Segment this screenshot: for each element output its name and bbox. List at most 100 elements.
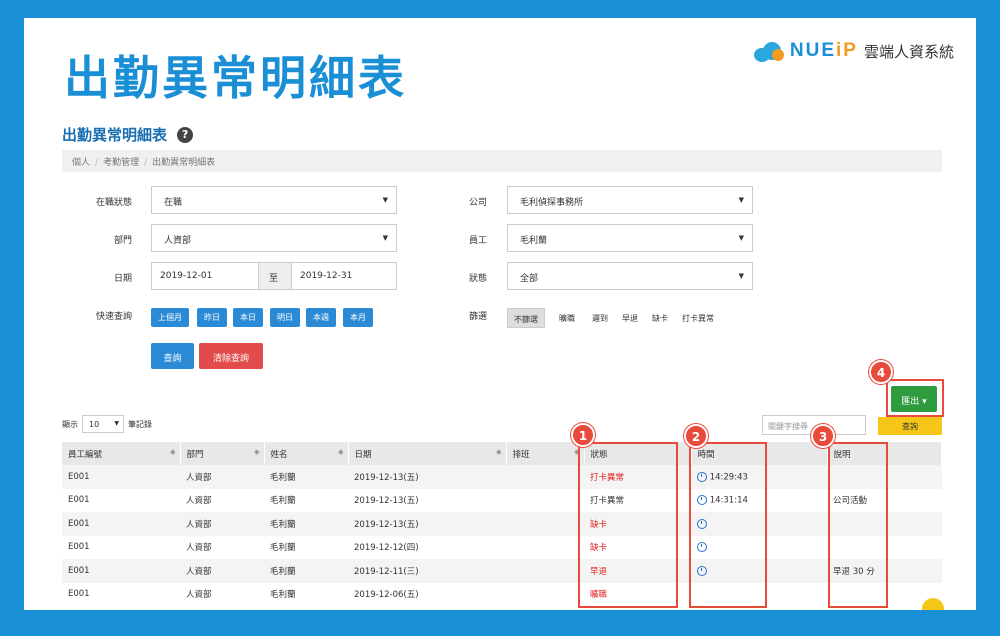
quick-query-label: 快速查詢 [95, 312, 132, 322]
clear-query-button[interactable]: 清除查詢 [199, 343, 263, 369]
cell-date: 2019-12-11(三) [348, 559, 506, 583]
breadcrumb-item[interactable]: 考勤管理 [103, 158, 139, 168]
caret-down-icon: ▼ [738, 272, 744, 280]
keyword-query-button[interactable]: 查詢 [878, 417, 942, 435]
quick-today-button[interactable]: 本日 [233, 308, 263, 327]
screen-missing-option[interactable]: 缺卡 [646, 308, 674, 328]
cell-shift [506, 512, 584, 536]
company-label: 公司 [468, 198, 487, 208]
annotation-badge: 1 [571, 423, 595, 447]
table-header-row: 員工編號 ◆ 部門 ◆ 姓名 ◆ 日期 ◆ 排班 ◆ 狀態 時間 說明 [62, 442, 942, 465]
logo-subtitle: 雲端人資系統 [863, 42, 954, 61]
sort-icon: ◆ [496, 448, 502, 456]
annotation-box-time [689, 442, 767, 608]
caret-down-icon: ▼ [382, 196, 388, 204]
screen-none-option[interactable]: 不篩選 [507, 308, 545, 328]
page-length-control: 顯示 10 ▼ 筆記錄 [62, 415, 152, 433]
annotation-badge: 4 [869, 360, 893, 384]
screen-label: 篩選 [468, 312, 487, 322]
col-employee-id[interactable]: 員工編號 ◆ [62, 442, 181, 465]
quick-last-month-button[interactable]: 上個月 [151, 308, 189, 327]
department-select[interactable]: 人資部 ▼ [151, 224, 397, 252]
sort-icon: ◆ [170, 448, 176, 456]
help-icon[interactable]: ? [177, 126, 194, 143]
cell-date: 2019-12-13(五) [348, 465, 506, 489]
date-from-input[interactable]: 2019-12-01 [151, 262, 259, 290]
cloud-logo-icon [753, 40, 784, 62]
date-to-input[interactable]: 2019-12-31 [291, 262, 397, 290]
status-select[interactable]: 全部 ▼ [507, 262, 753, 290]
screen-absent-option[interactable]: 曠職 [553, 308, 581, 328]
breadcrumb-item[interactable]: 個人 [72, 158, 90, 168]
banner-title: 出勤異常明細表 [64, 51, 407, 105]
cell-shift [506, 583, 584, 607]
cell-date: 2019-12-13(五) [348, 512, 506, 536]
date-range-separator: 至 [258, 262, 292, 290]
cell-department: 人資部 [186, 543, 212, 554]
page-frame: 出勤異常明細表 NUEiP 雲端人資系統 出勤異常明細表 ? 個人 / 考勤管理 / 出… [24, 18, 976, 610]
annotation-box-status [578, 442, 678, 608]
cell-department: 人資部 [186, 496, 212, 507]
caret-down-icon: ▼ [114, 420, 119, 427]
quick-this-month-button[interactable]: 本月 [343, 308, 373, 327]
table-row: E001 人資部 毛利蘭 2019-12-13(五) 打卡異常 14:29:43 [62, 465, 942, 489]
employee-select[interactable]: 毛利蘭 ▼ [507, 224, 753, 252]
company-select[interactable]: 毛利偵探事務所 ▼ [507, 186, 753, 214]
page-title: 出勤異常明細表 ? [62, 124, 194, 145]
quick-this-week-button[interactable]: 本週 [306, 308, 336, 327]
table-row: E001 人資部 毛利蘭 2019-12-13(五) 打卡異常 14:31:14… [62, 489, 942, 513]
cell-department: 人資部 [180, 512, 264, 536]
breadcrumb: 個人 / 考勤管理 / 出勤異常明細表 [62, 150, 942, 172]
cell-date: 2019-12-13(五) [354, 496, 419, 507]
employee-label: 員工 [468, 236, 487, 246]
attendance-table: 員工編號 ◆ 部門 ◆ 姓名 ◆ 日期 ◆ 排班 ◆ 狀態 時間 說明 E001 人資部 … [62, 442, 942, 606]
col-shift[interactable]: 排班 ◆ [506, 442, 585, 465]
cell-department: 人資部 [186, 590, 212, 601]
cell-employee-id: E001 [68, 589, 90, 600]
employment-status-select[interactable]: 在職 ▼ [151, 186, 397, 214]
col-date[interactable]: 日期 ◆ [348, 442, 507, 465]
show-prefix: 顯示 [62, 419, 78, 429]
cell-date: 2019-12-06(五) [354, 590, 419, 601]
cell-name: 毛利蘭 [270, 543, 296, 554]
cell-name: 毛利蘭 [264, 559, 348, 583]
employment-status-label: 在職狀態 [95, 198, 132, 208]
cell-shift [506, 489, 584, 513]
cell-employee-id: E001 [62, 465, 180, 489]
table-row: E001 人資部 毛利蘭 2019-12-12(四) 缺卡 [62, 536, 942, 560]
cell-name: 毛利蘭 [264, 465, 348, 489]
cell-date: 2019-12-12(四) [354, 543, 419, 554]
cell-department: 人資部 [180, 465, 264, 489]
page-length-select[interactable]: 10 ▼ [82, 415, 124, 433]
col-department[interactable]: 部門 ◆ [180, 442, 265, 465]
caret-down-icon: ▼ [738, 196, 744, 204]
cell-name: 毛利蘭 [264, 512, 348, 536]
sort-icon: ◆ [254, 448, 260, 456]
annotation-badge: 3 [811, 424, 835, 448]
col-name[interactable]: 姓名 ◆ [264, 442, 349, 465]
show-suffix: 筆記錄 [128, 419, 152, 429]
table-row: E001 人資部 毛利蘭 2019-12-11(三) 早退 早退 30 分 [62, 559, 942, 583]
cell-shift [506, 465, 584, 489]
annotation-box-export [886, 379, 944, 417]
department-label: 部門 [113, 236, 132, 246]
screen-early-option[interactable]: 早退 [616, 308, 644, 328]
query-button[interactable]: 查詢 [151, 343, 194, 369]
cell-name: 毛利蘭 [270, 496, 296, 507]
quick-yesterday-button[interactable]: 昨日 [197, 308, 227, 327]
cell-employee-id: E001 [62, 559, 180, 583]
table-row: E001 人資部 毛利蘭 2019-12-06(五) 曠職 [62, 583, 942, 607]
caret-down-icon: ▼ [382, 234, 388, 242]
caret-down-icon: ▼ [738, 234, 744, 242]
cell-employee-id: E001 [68, 495, 90, 506]
status-label: 狀態 [468, 274, 487, 284]
quick-tomorrow-button[interactable]: 明日 [270, 308, 300, 327]
annotation-box-note [828, 442, 888, 608]
screen-late-option[interactable]: 遲到 [586, 308, 614, 328]
breadcrumb-item: 出勤異常明細表 [152, 158, 216, 168]
cell-employee-id: E001 [62, 512, 180, 536]
screen-punch-error-option[interactable]: 打卡異常 [676, 308, 720, 328]
date-label: 日期 [113, 274, 132, 284]
cell-department: 人資部 [180, 559, 264, 583]
cell-name: 毛利蘭 [270, 590, 296, 601]
